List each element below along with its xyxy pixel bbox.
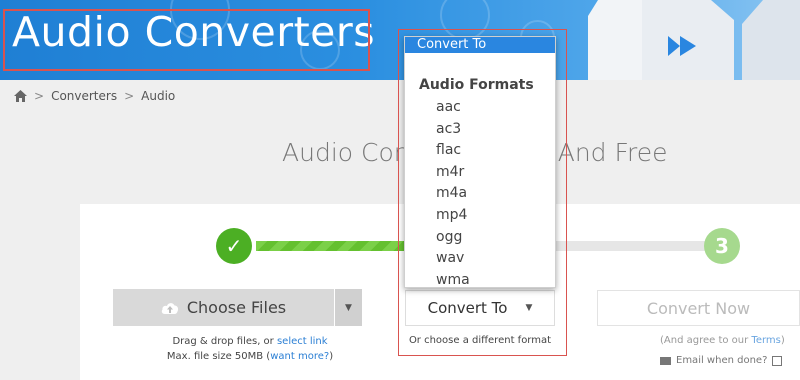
want-more-link[interactable]: want more? <box>270 351 329 362</box>
convert-to-label: Convert To <box>427 299 508 317</box>
cloud-upload-icon <box>161 302 178 314</box>
format-option-ogg[interactable]: ogg <box>405 227 555 249</box>
progress-line-complete <box>256 241 408 251</box>
media-play-icon <box>668 36 696 56</box>
max-size-close: ) <box>329 351 334 362</box>
drag-text: Drag & drop files, or <box>172 336 277 347</box>
format-option-flac[interactable]: flac <box>405 140 555 162</box>
breadcrumb-separator: > <box>124 89 135 103</box>
format-option-m4a[interactable]: m4a <box>405 183 555 205</box>
chevron-down-icon: ▼ <box>525 303 533 313</box>
breadcrumb-separator: > <box>34 89 45 103</box>
format-note: Or choose a different format <box>408 335 552 346</box>
email-label: Email when done? <box>676 355 768 366</box>
email-option: Email when done? <box>660 355 783 366</box>
format-option-ac3[interactable]: ac3 <box>405 119 555 141</box>
convert-now-button[interactable]: Convert Now <box>597 290 800 326</box>
format-group-label: Audio Formats <box>419 77 534 93</box>
max-size-text: Max. file size 50MB ( <box>166 351 271 362</box>
progress-line-pending <box>552 241 708 251</box>
choose-files-label: Choose Files <box>186 298 287 317</box>
title-highlight-box <box>3 9 370 71</box>
breadcrumb-audio[interactable]: Audio <box>141 89 175 103</box>
terms-link[interactable]: Terms <box>751 335 780 346</box>
select-link[interactable]: select link <box>277 336 328 347</box>
format-list: aac ac3 flac m4r m4a mp4 ogg wav wma <box>405 97 555 291</box>
convert-to-button[interactable]: Convert To ▼ <box>405 290 555 326</box>
choose-files-button[interactable]: Choose Files <box>113 289 334 326</box>
format-option-m4r[interactable]: m4r <box>405 162 555 184</box>
step-1-complete-icon: ✓ <box>216 228 252 264</box>
step-3-indicator: 3 <box>704 228 740 264</box>
banner-decoration <box>440 0 490 40</box>
agree-suffix: ) <box>780 335 785 346</box>
format-option-wma[interactable]: wma <box>405 270 555 292</box>
format-option-mp4[interactable]: mp4 <box>405 205 555 227</box>
document-graphic <box>742 0 800 80</box>
agree-prefix: (And agree to our <box>660 335 752 346</box>
breadcrumb-converters[interactable]: Converters <box>51 89 117 103</box>
format-dropdown-menu: Convert To Audio Formats aac ac3 flac m4… <box>404 36 556 288</box>
choose-files-dropdown-toggle[interactable]: ▼ <box>335 289 362 326</box>
email-checkbox[interactable] <box>772 355 783 366</box>
upload-instructions: Drag & drop files, or select link Max. f… <box>140 334 360 364</box>
format-option-aac[interactable]: aac <box>405 97 555 119</box>
dropdown-header[interactable]: Convert To <box>405 37 555 53</box>
format-option-wav[interactable]: wav <box>405 248 555 270</box>
breadcrumb: > Converters > Audio <box>14 89 175 103</box>
home-icon[interactable] <box>14 90 27 102</box>
terms-note: (And agree to our Terms) <box>660 335 785 346</box>
mail-icon <box>660 356 671 365</box>
